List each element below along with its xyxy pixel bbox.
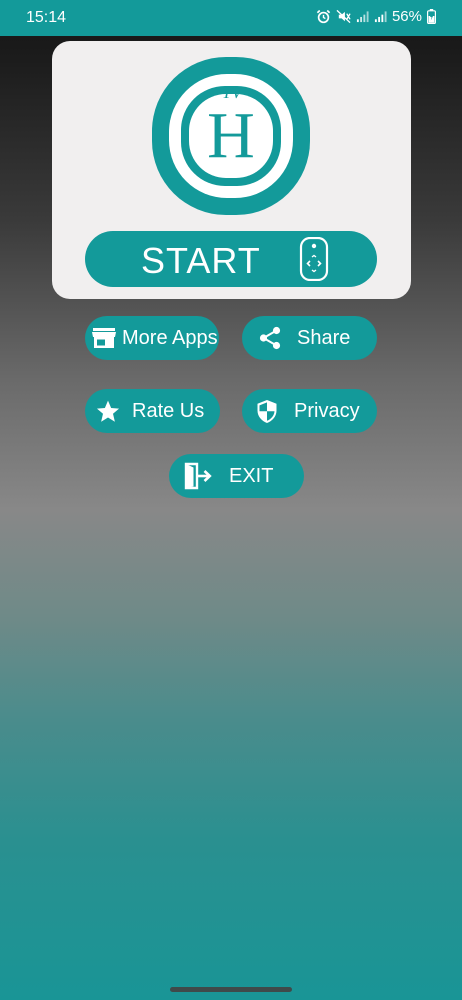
store-icon xyxy=(91,327,117,349)
rate-us-label: Rate Us xyxy=(132,399,205,422)
shield-icon xyxy=(254,399,280,424)
star-icon xyxy=(95,399,121,424)
signal-icon xyxy=(374,10,387,23)
mute-vibrate-icon xyxy=(336,9,351,24)
exit-door-icon xyxy=(183,462,213,490)
more-apps-button[interactable]: More Apps xyxy=(85,316,219,360)
privacy-label: Privacy xyxy=(294,399,360,422)
battery-charging-icon xyxy=(427,9,436,24)
battery-percent: 56% xyxy=(391,8,422,25)
exit-label: EXIT xyxy=(229,464,274,487)
privacy-button[interactable]: Privacy xyxy=(242,389,377,433)
app-logo: TV H xyxy=(152,57,310,215)
rate-us-button[interactable]: Rate Us xyxy=(85,389,220,433)
status-icons: 56% xyxy=(316,8,436,25)
main-card: TV H START xyxy=(52,41,411,299)
start-button[interactable]: START xyxy=(85,231,377,287)
status-bar: 15:14 56% xyxy=(0,0,462,36)
exit-button[interactable]: EXIT xyxy=(169,454,304,498)
share-icon xyxy=(257,326,283,350)
gesture-nav-bar[interactable] xyxy=(170,987,292,992)
share-label: Share xyxy=(297,326,351,349)
share-button[interactable]: Share xyxy=(242,316,377,360)
remote-control-icon xyxy=(299,236,329,284)
logo-letter: H xyxy=(207,99,255,172)
signal-icon xyxy=(356,10,369,23)
alarm-icon xyxy=(316,9,331,24)
start-button-label: START xyxy=(141,240,261,281)
more-apps-label: More Apps xyxy=(122,326,218,349)
status-time: 15:14 xyxy=(26,9,67,26)
